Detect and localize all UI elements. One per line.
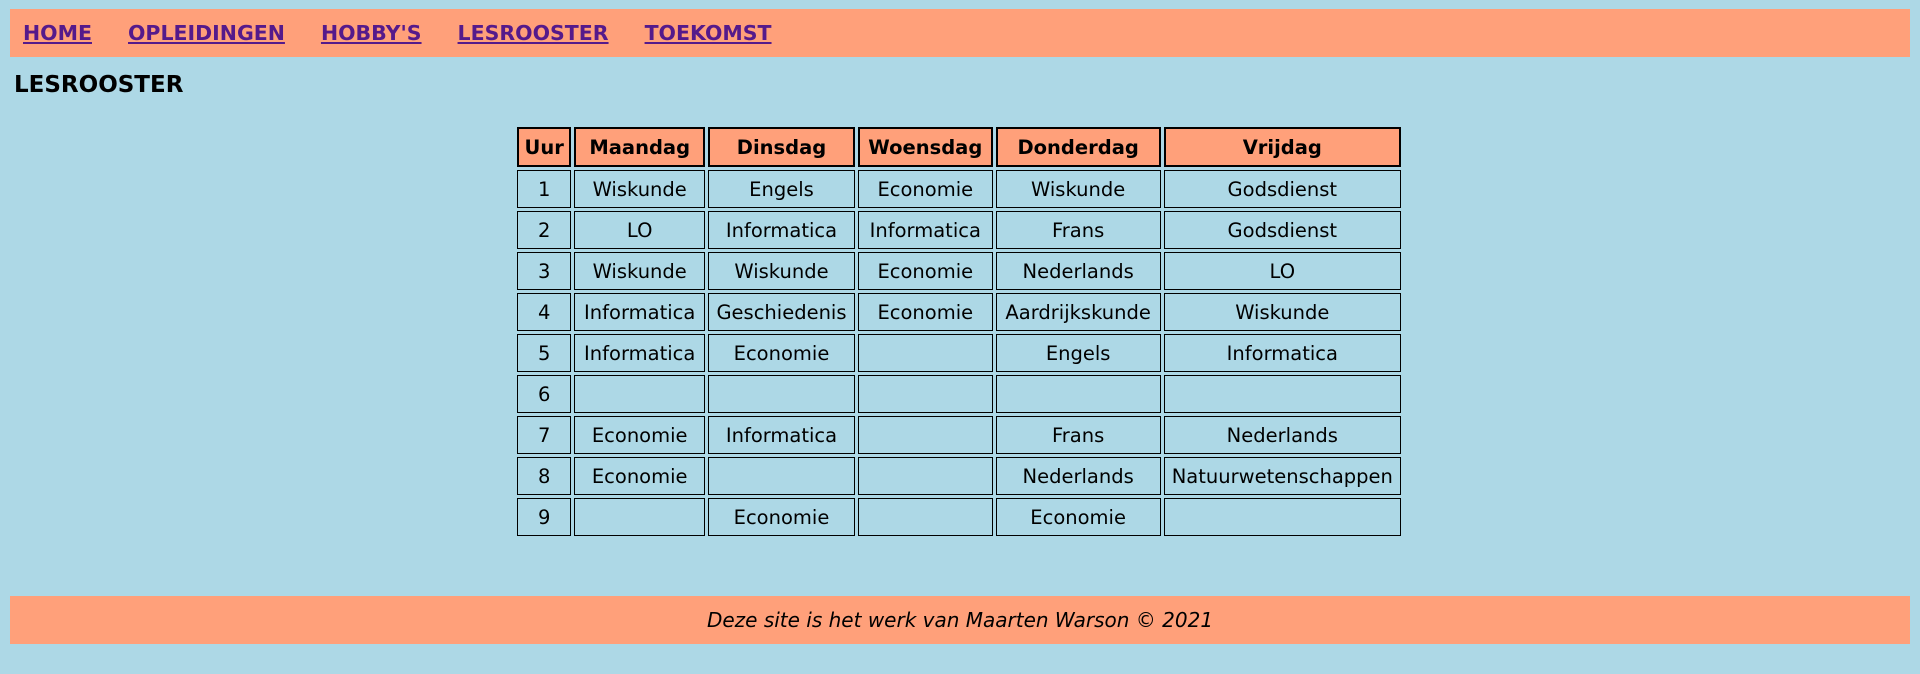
cell-maandag: Wiskunde xyxy=(574,170,706,208)
table-row: 6 xyxy=(517,375,1401,413)
cell-dinsdag: Economie xyxy=(708,498,855,536)
footer-text: Deze site is het werk van Maarten Warson… xyxy=(706,608,1214,632)
cell-vrijdag xyxy=(1163,375,1401,413)
cell-vrijdag: Natuurwetenschappen xyxy=(1163,457,1401,495)
cell-woensdag: Economie xyxy=(857,170,993,208)
cell-dinsdag: Geschiedenis xyxy=(708,293,855,331)
header-maandag: Maandag xyxy=(574,127,706,167)
cell-dinsdag: Informatica xyxy=(708,211,855,249)
cell-maandag: Economie xyxy=(574,457,706,495)
cell-uur: 5 xyxy=(517,334,572,372)
cell-vrijdag: Godsdienst xyxy=(1163,170,1401,208)
cell-vrijdag xyxy=(1163,498,1401,536)
cell-dinsdag: Wiskunde xyxy=(708,252,855,290)
cell-maandag xyxy=(574,375,706,413)
schedule-header-row: Uur Maandag Dinsdag Woensdag Donderdag V… xyxy=(517,127,1401,167)
footer: Deze site is het werk van Maarten Warson… xyxy=(10,596,1910,644)
cell-vrijdag: Nederlands xyxy=(1163,416,1401,454)
cell-maandag: LO xyxy=(574,211,706,249)
cell-donderdag: Nederlands xyxy=(995,252,1161,290)
header-uur: Uur xyxy=(517,127,572,167)
cell-maandag: Informatica xyxy=(574,293,706,331)
cell-donderdag: Wiskunde xyxy=(995,170,1161,208)
cell-donderdag: Frans xyxy=(995,211,1161,249)
cell-vrijdag: Informatica xyxy=(1163,334,1401,372)
nav-link-toekomst[interactable]: TOEKOMST xyxy=(645,21,772,45)
cell-donderdag: Engels xyxy=(995,334,1161,372)
cell-dinsdag: Engels xyxy=(708,170,855,208)
cell-woensdag xyxy=(857,334,993,372)
table-row: 8 Economie Nederlands Natuurwetenschappen xyxy=(517,457,1401,495)
cell-vrijdag: Wiskunde xyxy=(1163,293,1401,331)
cell-woensdag xyxy=(857,375,993,413)
cell-maandag xyxy=(574,498,706,536)
cell-maandag: Wiskunde xyxy=(574,252,706,290)
cell-uur: 6 xyxy=(517,375,572,413)
header-donderdag: Donderdag xyxy=(995,127,1161,167)
cell-donderdag xyxy=(995,375,1161,413)
cell-donderdag: Frans xyxy=(995,416,1161,454)
cell-uur: 8 xyxy=(517,457,572,495)
cell-maandag: Economie xyxy=(574,416,706,454)
cell-donderdag: Aardrijkskunde xyxy=(995,293,1161,331)
cell-woensdag: Economie xyxy=(857,293,993,331)
top-navbar: HOME OPLEIDINGEN HOBBY'S LESROOSTER TOEK… xyxy=(10,9,1910,57)
table-row: 4 Informatica Geschiedenis Economie Aardrijk… xyxy=(517,293,1401,331)
cell-woensdag: Informatica xyxy=(857,211,993,249)
cell-maandag: Informatica xyxy=(574,334,706,372)
cell-woensdag xyxy=(857,416,993,454)
header-woensdag: Woensdag xyxy=(857,127,993,167)
nav-link-opleidingen[interactable]: OPLEIDINGEN xyxy=(128,21,285,45)
cell-woensdag xyxy=(857,498,993,536)
cell-uur: 1 xyxy=(517,170,572,208)
table-row: 1 Wiskunde Engels Economie Wiskunde Godsdiens… xyxy=(517,170,1401,208)
table-row: 7 Economie Informatica Frans Nederlands xyxy=(517,416,1401,454)
cell-uur: 3 xyxy=(517,252,572,290)
cell-uur: 7 xyxy=(517,416,572,454)
cell-donderdag: Economie xyxy=(995,498,1161,536)
cell-uur: 9 xyxy=(517,498,572,536)
nav-link-lesrooster[interactable]: LESROOSTER xyxy=(458,21,609,45)
table-row: 9 Economie Economie xyxy=(517,498,1401,536)
schedule-table: Uur Maandag Dinsdag Woensdag Donderdag V… xyxy=(514,124,1404,539)
cell-dinsdag xyxy=(708,375,855,413)
cell-uur: 2 xyxy=(517,211,572,249)
page-title: LESROOSTER xyxy=(14,72,184,98)
header-vrijdag: Vrijdag xyxy=(1163,127,1401,167)
cell-dinsdag xyxy=(708,457,855,495)
table-row: 5 Informatica Economie Engels Informatica xyxy=(517,334,1401,372)
table-row: 3 Wiskunde Wiskunde Economie Nederlands LO xyxy=(517,252,1401,290)
cell-vrijdag: LO xyxy=(1163,252,1401,290)
header-dinsdag: Dinsdag xyxy=(708,127,855,167)
cell-dinsdag: Economie xyxy=(708,334,855,372)
nav-link-home[interactable]: HOME xyxy=(23,21,92,45)
cell-donderdag: Nederlands xyxy=(995,457,1161,495)
cell-vrijdag: Godsdienst xyxy=(1163,211,1401,249)
table-row: 2 LO Informatica Informatica Frans Godsdienst xyxy=(517,211,1401,249)
nav-link-hobbys[interactable]: HOBBY'S xyxy=(321,21,422,45)
cell-dinsdag: Informatica xyxy=(708,416,855,454)
cell-uur: 4 xyxy=(517,293,572,331)
cell-woensdag: Economie xyxy=(857,252,993,290)
cell-woensdag xyxy=(857,457,993,495)
